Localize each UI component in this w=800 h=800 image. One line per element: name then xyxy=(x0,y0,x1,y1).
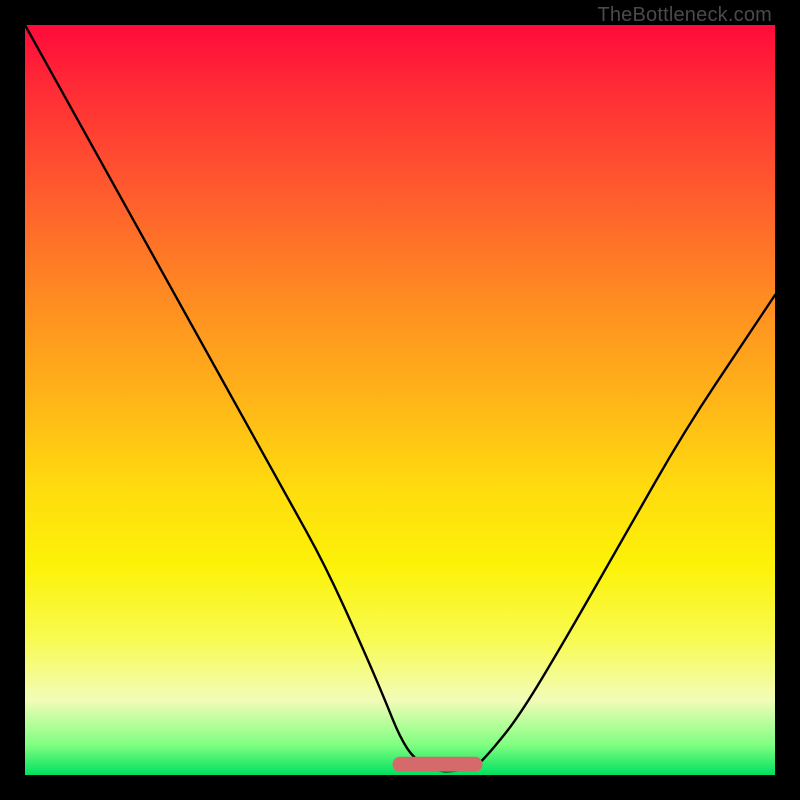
watermark-text: TheBottleneck.com xyxy=(597,4,772,27)
bottleneck-curve xyxy=(25,25,775,771)
curve-layer xyxy=(25,25,775,775)
plot-area xyxy=(25,25,775,775)
chart-frame: TheBottleneck.com xyxy=(0,0,800,800)
